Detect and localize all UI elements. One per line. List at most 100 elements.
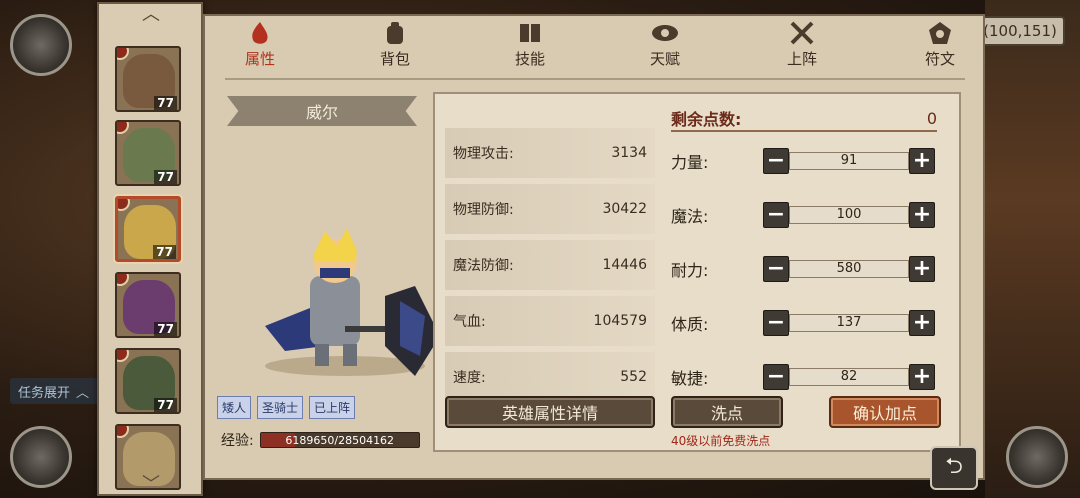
- stat-value: 552: [620, 369, 647, 385]
- hero-detail-button[interactable]: 英雄属性详情: [445, 396, 655, 428]
- hero-level: 77: [154, 170, 177, 184]
- hero-class-badge-icon: [117, 122, 129, 134]
- minus-button[interactable]: −: [763, 256, 789, 282]
- flame-icon: [252, 22, 268, 44]
- chevron-up-icon[interactable]: ︿: [139, 6, 163, 24]
- tab-2[interactable]: 技能: [495, 20, 565, 74]
- attribute-row: 魔法: − 100 +: [671, 200, 945, 230]
- hero-list[interactable]: ︿ 77 77 77 77 77 ﹀: [97, 2, 203, 496]
- hero-class-badge-icon: [117, 350, 129, 362]
- tab-label: 技能: [514, 50, 545, 68]
- hero-detail-label: 英雄属性详情: [501, 404, 598, 423]
- tab-label: 背包: [379, 50, 410, 68]
- tab-label: 上阵: [786, 50, 817, 68]
- remaining-points-row: 剩余点数: 0: [671, 106, 937, 132]
- remaining-points-label: 剩余点数:: [671, 110, 742, 129]
- task-expand-label: 任务展开: [18, 385, 71, 401]
- stat-label: 魔法防御:: [453, 258, 514, 274]
- attribute-label: 耐力:: [671, 261, 709, 280]
- hero-slot[interactable]: 77: [115, 46, 181, 112]
- hero-name-banner: 威尔: [227, 96, 417, 126]
- attribute-row: 敏捷: − 82 +: [671, 362, 945, 392]
- stat-row: 物理防御: 30422: [445, 184, 655, 234]
- coordinates-readout: (100,151): [975, 16, 1065, 46]
- hero-tags: 矮人 圣骑士 已上阵: [217, 396, 356, 419]
- return-arrow-icon: ⮌: [945, 454, 963, 479]
- exp-label: 经验:: [221, 433, 254, 449]
- attribute-row: 体质: − 137 +: [671, 308, 945, 338]
- hero-slot[interactable]: 77: [115, 120, 181, 186]
- tab-divider: [225, 78, 965, 80]
- back-button[interactable]: ⮌: [930, 446, 978, 490]
- book-icon: [520, 24, 540, 42]
- hero-level: 77: [154, 96, 177, 110]
- backpack-icon: [387, 22, 403, 44]
- plus-button[interactable]: +: [909, 148, 935, 174]
- hero-figure: [265, 228, 455, 376]
- map-background-right: [985, 0, 1080, 498]
- attribute-label: 魔法:: [671, 207, 709, 226]
- chevron-down-icon[interactable]: ﹀: [139, 476, 163, 494]
- stat-row: 物理攻击: 3134: [445, 128, 655, 178]
- hero-tag: 矮人: [217, 396, 252, 419]
- tab-0[interactable]: 属性: [225, 20, 295, 74]
- hero-panel: 属性 背包 技能 天赋 上阵 符文 威尔 矮人 圣骑士 已上阵 经验: 618965…: [203, 14, 985, 480]
- hero-tag: 圣骑士: [257, 396, 304, 419]
- plus-button[interactable]: +: [909, 364, 935, 390]
- hero-tag: 已上阵: [309, 396, 356, 419]
- hero-level: 77: [154, 398, 177, 412]
- attribute-row: 力量: − 91 +: [671, 146, 945, 176]
- minus-button[interactable]: −: [763, 364, 789, 390]
- hero-level: 77: [153, 245, 176, 259]
- hero-slot[interactable]: 77: [115, 272, 181, 338]
- stat-row: 气血: 104579: [445, 296, 655, 346]
- tab-label: 天赋: [649, 50, 680, 68]
- hero-slot[interactable]: 77: [115, 196, 181, 262]
- hero-class-badge-icon: [117, 48, 129, 60]
- reset-points-label: 洗点: [710, 404, 743, 423]
- plus-button[interactable]: +: [909, 256, 935, 282]
- attribute-value: 91: [789, 152, 909, 170]
- task-expand-button[interactable]: 任务展开 ︿: [10, 378, 100, 404]
- hero-slot[interactable]: 77: [115, 348, 181, 414]
- minus-button[interactable]: −: [763, 310, 789, 336]
- minus-button[interactable]: −: [763, 148, 789, 174]
- stat-row: 速度: 552: [445, 352, 655, 402]
- tab-5[interactable]: 符文: [905, 20, 975, 74]
- exp-row: 经验: 6189650/28504162: [221, 430, 420, 450]
- hero-class-badge-icon: [117, 426, 129, 438]
- reset-points-button[interactable]: 洗点: [671, 396, 783, 428]
- plus-button[interactable]: +: [909, 310, 935, 336]
- player-avatar-button[interactable]: [10, 14, 72, 76]
- map-corner-button[interactable]: [10, 426, 72, 488]
- tab-label: 符文: [924, 50, 955, 68]
- tab-1[interactable]: 背包: [360, 20, 430, 74]
- hero-name: 威尔: [305, 103, 338, 122]
- stat-value: 30422: [602, 201, 647, 217]
- plus-button[interactable]: +: [909, 202, 935, 228]
- hero-level: 77: [154, 322, 177, 336]
- stat-label: 物理攻击:: [453, 146, 514, 162]
- stat-label: 物理防御:: [453, 202, 514, 218]
- attribute-label: 敏捷:: [671, 369, 709, 388]
- attribute-value: 100: [789, 206, 909, 224]
- coordinates-text: (100,151): [983, 22, 1057, 40]
- stats-box: 物理攻击: 3134 物理防御: 30422 魔法防御: 14446 气血: 104579 速度…: [433, 92, 961, 452]
- free-reset-note: 40级以前免费洗点: [671, 434, 771, 448]
- house-button[interactable]: [1006, 426, 1068, 488]
- stat-value: 14446: [602, 257, 647, 273]
- tab-bar: 属性 背包 技能 天赋 上阵 符文: [205, 16, 987, 76]
- stat-label: 速度:: [453, 370, 486, 386]
- confirm-points-button[interactable]: 确认加点: [829, 396, 941, 428]
- stat-row: 魔法防御: 14446: [445, 240, 655, 290]
- stat-label: 气血:: [453, 314, 486, 330]
- crossed-swords-icon: [790, 21, 814, 45]
- minus-button[interactable]: −: [763, 202, 789, 228]
- stat-value: 104579: [593, 313, 647, 329]
- attribute-value: 137: [789, 314, 909, 332]
- confirm-points-label: 确认加点: [852, 404, 917, 423]
- tab-4[interactable]: 上阵: [767, 20, 837, 74]
- rune-icon: [929, 22, 951, 44]
- tab-3[interactable]: 天赋: [630, 20, 700, 74]
- attribute-label: 体质:: [671, 315, 709, 334]
